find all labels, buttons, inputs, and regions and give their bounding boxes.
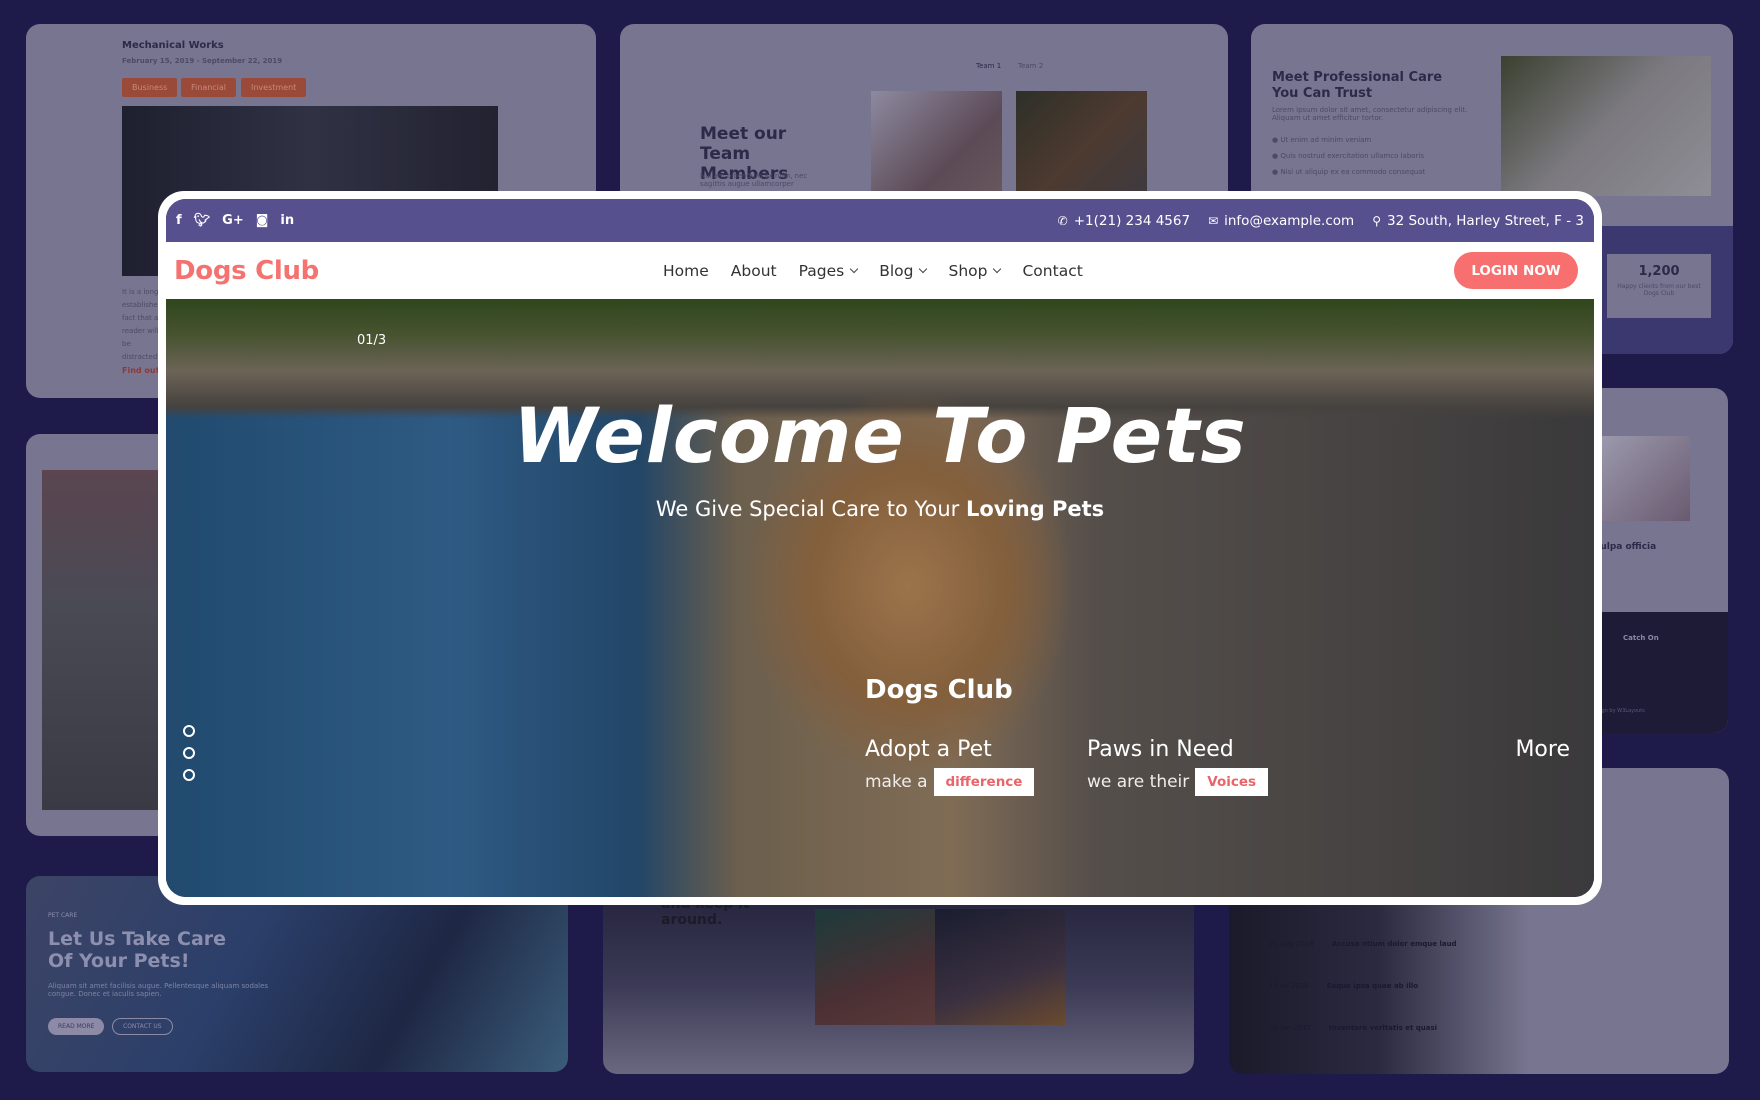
read-more-button: READ MORE [48,1018,105,1035]
event-item: 21 Aug 2018 Accusa ntium dolor emque laud [1269,940,1457,948]
team-text: Nullam bibendum ex nibh, nec sagittis au… [700,172,808,188]
care-photo [1501,56,1711,196]
twitter-icon[interactable]: 🐦︎ [194,213,211,228]
stat-value: 1,200 [1638,264,1680,279]
chevron-down-icon [919,264,928,273]
portfolio-find-out-link: Find out [122,366,160,375]
slide-dot-2[interactable] [183,747,195,759]
nav-item-home[interactable]: Home [663,262,709,280]
care-bullet: ● Ut enim ad minim veniam [1272,136,1372,144]
more-link[interactable]: More [1515,737,1570,762]
chevron-down-icon [849,264,859,273]
hero-slider: 01/3 Welcome To Pets We Give Special Car… [166,299,1594,897]
facebook-icon[interactable]: f [176,213,182,228]
portfolio-excerpt: It is a long established fact that a rea… [122,288,162,361]
chevron-down-icon [993,264,1002,273]
footer-heading: Catch On [1623,634,1659,642]
nav-menu: Home About Pages Blog Shop Contact [663,262,1083,280]
team-tab-1: Team 1 [976,62,1002,70]
feature-lead: we are their [1087,772,1190,792]
map-pin-icon: ⚲ [1372,213,1381,228]
pet-care-text: Aliquam sit amet facilisis augue. Pellen… [48,982,269,998]
slide-dot-1[interactable] [183,725,195,737]
buy-dog-photo-2 [935,909,1065,1025]
address-contact: ⚲ 32 South, Harley Street, F - 3 [1372,212,1584,229]
buy-dog-preview-card: buy a dog, feed it and keep it around. [603,880,1194,1074]
pet-care-title: Let Us Take Care Of Your Pets! [48,928,227,972]
brand-logo[interactable]: Dogs Club [174,256,319,286]
top-info-bar: f 🐦︎ G+ ◙ in ✆ +1(21) 234 4567 ✉ info@exam… [166,199,1594,242]
care-text: Lorem ipsum dolor sit amet, consectetur … [1272,106,1468,122]
portfolio-title: Mechanical Works [122,40,224,51]
hero-subtitle: We Give Special Care to Your Loving Pets [655,497,1105,521]
tag-investment: Investment [241,78,307,97]
nav-item-blog[interactable]: Blog [879,262,928,280]
envelope-icon: ✉ [1208,213,1219,228]
login-now-button[interactable]: LOGIN NOW [1454,252,1578,289]
care-bullet: ● Quis nostrud exercitation ullamco labo… [1272,152,1425,160]
instagram-icon[interactable]: ◙ [256,213,269,228]
gallery-photo [1600,436,1690,521]
pet-care-kicker: PET CARE [48,912,78,919]
portfolio-dates: February 15, 2019 - September 22, 2019 [122,57,283,65]
event-item: 18 Jul 2016 Eaque ipsa quae ab illo [1269,982,1419,990]
nav-item-shop[interactable]: Shop [948,262,1002,280]
voices-button[interactable]: Voices [1195,768,1269,796]
website-preview-window: f 🐦︎ G+ ◙ in ✆ +1(21) 234 4567 ✉ info@exam… [158,191,1602,905]
tag-business: Business [122,78,178,97]
training-preview-card [26,434,176,836]
feature-paws: Paws in Need we are their Voices [1087,737,1269,796]
nav-item-about[interactable]: About [731,262,777,280]
care-title: Meet Professional Care You Can Trust [1272,70,1443,101]
slide-dot-3[interactable] [183,769,195,781]
care-bullet: ● Nisi ut aliquip ex ea commodo consequa… [1272,168,1426,176]
tag-financial: Financial [181,78,237,97]
email-contact[interactable]: ✉ info@example.com [1208,213,1354,229]
buy-dog-photo-1 [815,909,945,1025]
nav-item-contact[interactable]: Contact [1022,262,1082,280]
pet-care-preview-card: PET CARE Let Us Take Care Of Your Pets! … [26,876,568,1072]
contact-info: ✆ +1(21) 234 4567 ✉ info@example.com ⚲ 32 S… [1058,213,1584,229]
feature-lead: make a [865,772,928,792]
feature-title: Paws in Need [1087,737,1234,762]
team-tab-2: Team 2 [1018,62,1044,70]
linkedin-icon[interactable]: in [280,213,294,228]
slide-counter: 01/3 [357,333,387,348]
gallery-title: culpa officia [1595,542,1657,552]
training-photo [42,470,176,810]
social-links: f 🐦︎ G+ ◙ in [176,213,294,228]
nav-item-pages[interactable]: Pages [799,262,859,280]
main-navbar: Dogs Club Home About Pages Blog Shop Con… [166,242,1594,299]
contact-us-button: CONTACT US [112,1018,173,1035]
difference-button[interactable]: difference [933,768,1035,796]
google-plus-icon[interactable]: G+ [222,213,244,228]
stat-label: Happy clients from our best Dogs Club [1617,283,1701,297]
feature-adopt: Adopt a Pet make a difference [865,737,1035,796]
stat-box: 1,200 Happy clients from our best Dogs C… [1607,254,1711,318]
phone-contact[interactable]: ✆ +1(21) 234 4567 [1058,213,1190,229]
hero-headline: Welcome To Pets [513,391,1247,480]
event-item: 05 Jan 2017 Inventore veritatis et quasi [1269,1024,1438,1032]
club-title: Dogs Club [865,675,1013,705]
feature-title: Adopt a Pet [865,737,992,762]
slider-dots [183,725,195,781]
phone-icon: ✆ [1057,213,1068,228]
